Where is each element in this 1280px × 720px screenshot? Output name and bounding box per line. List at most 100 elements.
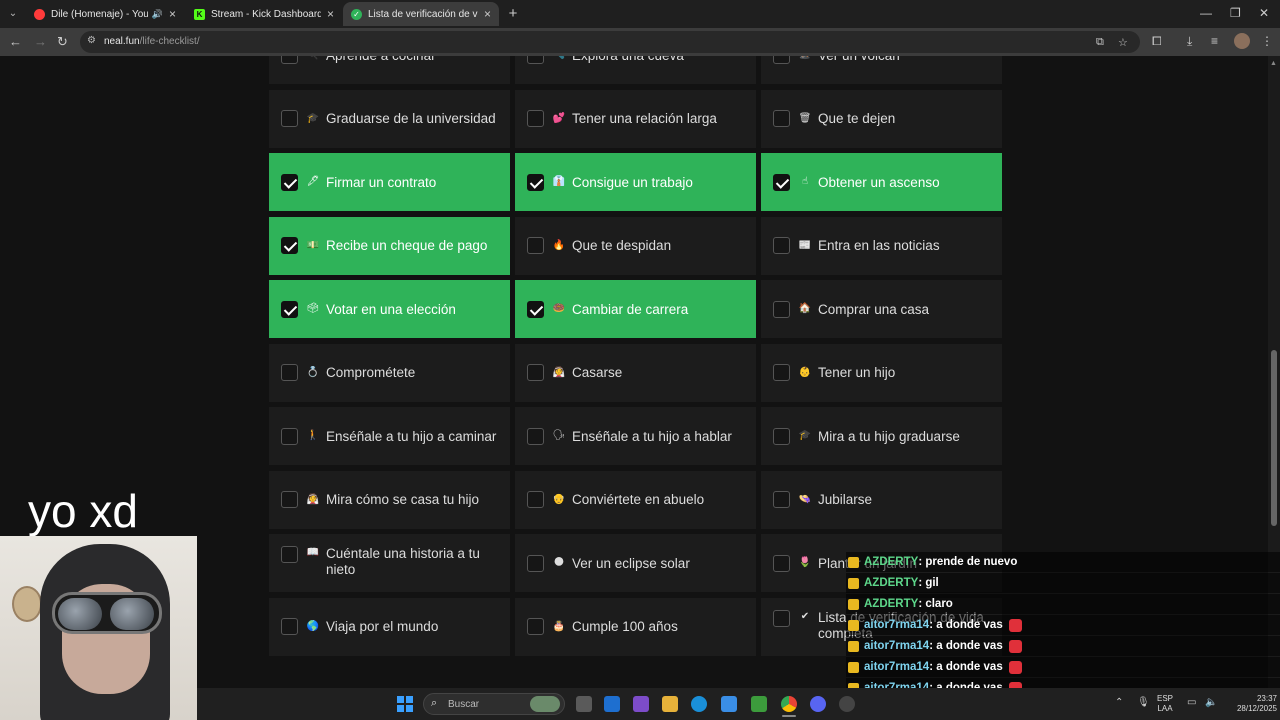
chat-username[interactable]: AZDERTY <box>864 598 918 610</box>
url-text[interactable]: neal.fun/life-checklist/ <box>104 36 200 47</box>
checklist-item[interactable]: 👰 Mira cómo se casa tu hijo <box>269 470 510 529</box>
close-tab-icon[interactable]: × <box>484 7 491 21</box>
checklist-item[interactable]: 🚶 Enséñale a tu hijo a caminar <box>269 407 510 465</box>
profile-avatar[interactable] <box>1234 33 1250 49</box>
chat-username[interactable]: aitor7rma14 <box>864 619 929 631</box>
checklist-item[interactable]: 🌑 Ver un eclipse solar <box>515 534 756 592</box>
checkbox[interactable] <box>281 110 298 127</box>
bookmark-star-icon[interactable]: ☆ <box>1118 36 1128 49</box>
checkbox[interactable] <box>281 546 298 563</box>
checkbox[interactable] <box>527 237 544 254</box>
minimize-icon[interactable]: — <box>1200 6 1212 20</box>
close-tab-icon[interactable]: × <box>327 7 334 21</box>
microsoft-store-icon[interactable] <box>721 696 737 712</box>
language-indicator[interactable]: ESP LAA <box>1157 694 1173 714</box>
checklist-item[interactable]: 👔 Consigue un trabajo <box>515 153 756 211</box>
checkbox[interactable] <box>773 173 790 191</box>
download-icon[interactable]: ⤓ <box>1187 34 1192 49</box>
checklist-item[interactable]: 👰 Casarse <box>515 343 756 402</box>
tab-youtube[interactable]: Dile (Homenaje) - YouTube 🔊 × <box>26 2 184 26</box>
extensions-icon[interactable]: ⧠ <box>1152 34 1162 49</box>
checklist-item[interactable]: 📖 Cuéntale una historia a tu nieto <box>269 534 510 592</box>
tab-kick[interactable]: K Stream - Kick Dashboard × <box>186 2 342 26</box>
checkbox[interactable] <box>527 364 544 381</box>
checkbox[interactable] <box>773 237 790 254</box>
checkbox[interactable] <box>281 173 298 191</box>
close-window-icon[interactable]: ✕ <box>1259 6 1269 20</box>
checkbox[interactable] <box>773 554 790 572</box>
edge-icon[interactable] <box>691 696 707 712</box>
reload-icon[interactable]: ↻ <box>57 34 68 50</box>
site-info-icon[interactable]: ⚙ <box>87 35 96 46</box>
volume-icon[interactable]: 🔈 <box>1205 697 1217 708</box>
microphone-icon[interactable]: 🎙 <box>1137 697 1150 708</box>
speaker-icon[interactable]: 🔊 <box>152 9 163 20</box>
checkbox[interactable] <box>281 491 298 508</box>
network-icon[interactable]: ▭ <box>1187 697 1196 708</box>
tab-search-icon[interactable]: ⌄ <box>4 5 22 23</box>
translate-icon[interactable]: ⧉ <box>1096 36 1104 49</box>
task-view-icon[interactable] <box>576 696 592 712</box>
checklist-item[interactable]: 🌋 Ver un volcán <box>761 56 1002 84</box>
checklist-item[interactable]: 🗳 Votar en una elección <box>269 280 510 338</box>
chat-username[interactable]: AZDERTY <box>864 577 918 589</box>
checklist-item[interactable]: ☝ Obtener un ascenso <box>761 153 1002 211</box>
chat-username[interactable]: aitor7rma14 <box>864 661 929 673</box>
menu-kebab-icon[interactable]: ⋮ <box>1261 34 1273 48</box>
checklist-item[interactable]: 🗣 Enséñale a tu hijo a hablar <box>515 407 756 465</box>
system-clock[interactable]: 23:37 28/12/2025 <box>1227 694 1277 714</box>
discord-icon[interactable] <box>810 696 826 712</box>
restore-icon[interactable]: ❐ <box>1230 6 1241 20</box>
checklist-item[interactable]: 🍳 Aprende a cocinar <box>269 56 510 84</box>
new-tab-icon[interactable]: + <box>504 5 522 23</box>
checklist-item[interactable]: 🔦 Explora una cueva <box>515 56 756 84</box>
checkbox[interactable] <box>527 491 544 508</box>
checklist-item[interactable]: 🎓 Graduarse de la universidad <box>269 89 510 148</box>
checklist-item[interactable]: 👴 Conviértete en abuelo <box>515 470 756 529</box>
chat-username[interactable]: AZDERTY <box>864 556 918 568</box>
checkbox[interactable] <box>773 491 790 508</box>
checklist-item[interactable]: 💍 Comprométete <box>269 343 510 402</box>
checklist-item[interactable]: 👒 Jubilarse <box>761 470 1002 529</box>
checkbox[interactable] <box>281 237 298 254</box>
checkbox[interactable] <box>773 300 790 318</box>
copilot-icon[interactable] <box>633 696 649 712</box>
back-icon[interactable]: ← <box>9 34 22 50</box>
checklist-item[interactable]: 🔥 Que te despidan <box>515 216 756 275</box>
outlook-icon[interactable] <box>604 696 620 712</box>
checkbox[interactable] <box>773 364 790 381</box>
checkbox[interactable] <box>527 300 544 318</box>
checklist-item[interactable]: 📰 Entra en las noticias <box>761 216 1002 275</box>
checklist-item[interactable]: 👶 Tener un hijo <box>761 343 1002 402</box>
checkbox[interactable] <box>281 56 298 64</box>
app-icon[interactable] <box>839 696 855 712</box>
tray-overflow-icon[interactable]: ⌃ <box>1115 697 1123 708</box>
checkbox[interactable] <box>281 300 298 318</box>
tab-life-checklist[interactable]: ✓ Lista de verificación de vida × <box>343 2 499 26</box>
scrollbar-thumb[interactable] <box>1271 350 1277 526</box>
checklist-item[interactable]: 🗑 Que te dejen <box>761 89 1002 148</box>
checkbox[interactable] <box>773 609 790 627</box>
checkbox[interactable] <box>527 618 544 635</box>
checkbox[interactable] <box>527 554 544 572</box>
chat-username[interactable]: aitor7rma14 <box>864 640 929 652</box>
checkbox[interactable] <box>773 427 790 445</box>
checklist-item[interactable]: 💕 Tener una relación larga <box>515 89 756 148</box>
checkbox[interactable] <box>527 110 544 127</box>
checkbox[interactable] <box>281 427 298 445</box>
file-explorer-icon[interactable] <box>662 696 678 712</box>
checkbox[interactable] <box>281 618 298 635</box>
minecraft-icon[interactable] <box>751 696 767 712</box>
checkbox[interactable] <box>527 173 544 191</box>
forward-icon[interactable]: → <box>34 34 47 50</box>
checklist-item[interactable]: 🏠 Comprar una casa <box>761 280 1002 338</box>
chrome-icon[interactable] <box>781 696 797 712</box>
checkbox[interactable] <box>281 364 298 381</box>
windows-start-icon[interactable] <box>397 696 413 712</box>
close-tab-icon[interactable]: × <box>169 7 176 21</box>
taskbar-search[interactable]: ⌕ Buscar <box>423 693 565 715</box>
scroll-up-arrow-icon[interactable]: ▲ <box>1270 60 1277 67</box>
checkbox[interactable] <box>527 56 544 64</box>
checklist-item[interactable]: 🍩 Cambiar de carrera <box>515 280 756 338</box>
checklist-item[interactable]: 🎂 Cumple 100 años <box>515 597 756 656</box>
